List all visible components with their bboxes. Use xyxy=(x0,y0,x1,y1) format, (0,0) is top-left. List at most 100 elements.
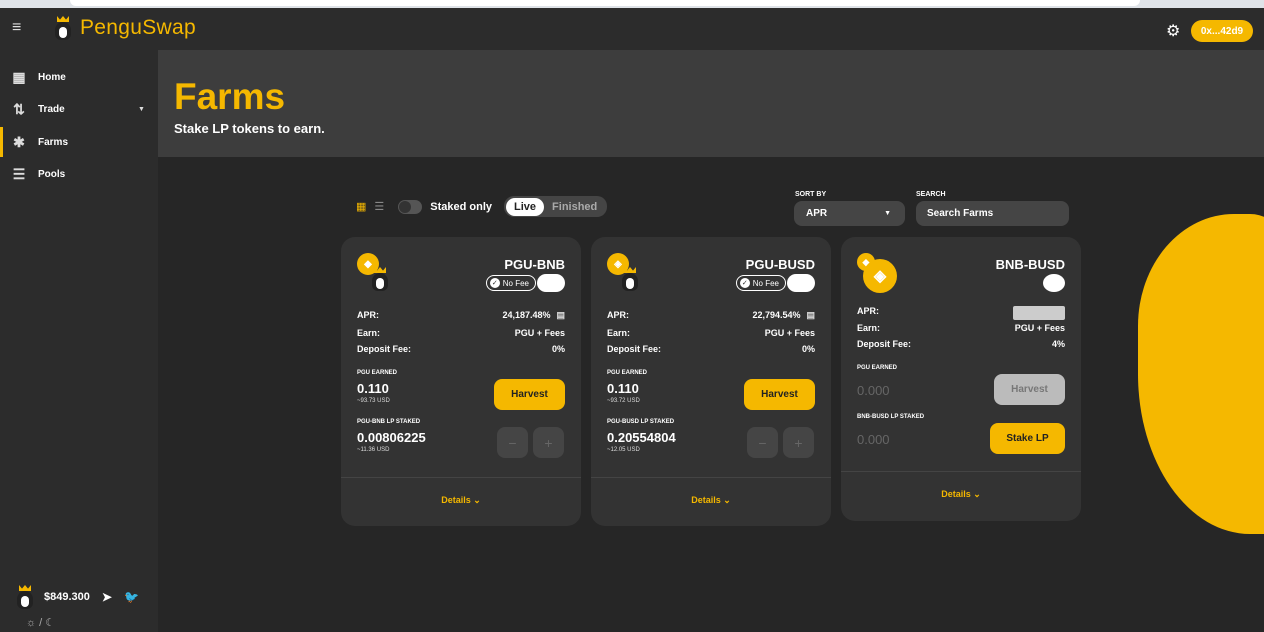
chevron-down-icon: ▼ xyxy=(138,105,145,113)
coin-stack-icon: ☰ xyxy=(12,165,26,182)
telegram-icon[interactable]: ➤ xyxy=(102,590,112,604)
deposit-fee-row: Deposit Fee: 0% xyxy=(607,344,815,354)
apr-row: APR: xyxy=(857,306,1065,320)
sidebar: ▦ Home ⇅ Trade ▼ ✱ Farms ☰ Pools $849.30… xyxy=(0,50,158,632)
staked-value: 0.20554804 xyxy=(607,430,676,445)
staked-value: 0.00806225 xyxy=(357,430,426,445)
penguin-logo-icon xyxy=(52,16,74,40)
sort-by-label: SORT BY xyxy=(795,191,827,198)
sidebar-item-label: Home xyxy=(38,71,66,83)
harvest-button[interactable]: Harvest xyxy=(744,379,815,410)
apr-label: APR: xyxy=(357,310,379,320)
multiplier-badge xyxy=(537,274,565,292)
details-toggle[interactable]: Details ⌄ xyxy=(341,495,581,506)
sidebar-item-pools[interactable]: ☰ Pools xyxy=(0,159,158,189)
card-divider xyxy=(591,477,831,478)
deposit-fee-row: Deposit Fee: 0% xyxy=(357,344,565,354)
tab-live[interactable]: Live xyxy=(506,197,545,216)
check-icon: ✓ xyxy=(739,278,750,288)
apr-value: 24,187.48% xyxy=(502,310,551,320)
staked-usd: ~12.05 USD xyxy=(607,447,640,453)
deposit-fee-label: Deposit Fee: xyxy=(357,344,412,354)
earned-value: 0.110 xyxy=(607,381,639,396)
staked-only-toggle[interactable] xyxy=(398,199,423,214)
penguin-token-icon xyxy=(619,267,641,291)
earn-row: Earn: PGU + Fees xyxy=(857,323,1065,333)
earned-usd: ~93.72 USD xyxy=(607,398,640,404)
grid-icon: ▦ xyxy=(12,68,26,85)
apr-label: APR: xyxy=(857,306,879,316)
earned-value: 0.110 xyxy=(357,381,389,396)
sort-by-select[interactable]: APR ▼ xyxy=(794,201,905,226)
check-icon: ✓ xyxy=(489,278,500,288)
earn-row: Earn: PGU + Fees xyxy=(607,328,815,338)
stake-plus-button[interactable]: + xyxy=(783,427,814,458)
collapse-menu-icon[interactable]: ≡ xyxy=(12,19,21,37)
app-logo[interactable]: PenguSwap xyxy=(52,16,196,40)
busd-coin-icon: ◈ xyxy=(863,259,897,293)
swap-arrows-icon: ⇅ xyxy=(13,100,25,117)
gear-icon[interactable]: ⚙ xyxy=(1166,21,1180,41)
earn-row: Earn: PGU + Fees xyxy=(357,328,565,338)
staked-label: BNB-BUSD LP STAKED xyxy=(857,414,925,420)
staked-label: PGU-BUSD LP STAKED xyxy=(607,419,675,425)
multiplier-badge xyxy=(1043,274,1065,292)
farm-title: PGU-BNB xyxy=(504,257,565,272)
deposit-fee-value: 0% xyxy=(551,344,565,354)
pgu-bnb-token-icon: ◆ xyxy=(357,253,393,293)
sidebar-item-trade[interactable]: ⇅ Trade ▼ xyxy=(0,94,158,124)
no-fee-label: No Fee xyxy=(502,278,529,288)
browser-address-bar xyxy=(70,0,1140,6)
farm-title: BNB-BUSD xyxy=(995,257,1065,272)
list-view-icon[interactable]: ☰ xyxy=(374,200,384,213)
wallet-button[interactable]: 0x...42d9 xyxy=(1191,20,1253,42)
calculator-icon[interactable]: ▤ xyxy=(806,310,815,321)
no-fee-badge: ✓ No Fee xyxy=(485,275,536,291)
apr-row: APR: 24,187.48% ▤ xyxy=(357,310,565,321)
earn-value: PGU + Fees xyxy=(514,328,565,338)
sidebar-item-farms[interactable]: ✱ Farms xyxy=(0,127,158,157)
earn-value: PGU + Fees xyxy=(1014,323,1065,333)
earned-label: PGU EARNED xyxy=(357,370,398,376)
stake-lp-button[interactable]: Stake LP xyxy=(990,423,1065,454)
earn-value: PGU + Fees xyxy=(764,328,815,338)
theme-toggle[interactable]: ☼ / ☾ xyxy=(26,616,55,629)
calculator-icon[interactable]: ▤ xyxy=(556,310,565,321)
deposit-fee-row: Deposit Fee: 4% xyxy=(857,339,1065,349)
earn-label: Earn: xyxy=(857,323,881,333)
apr-loading-skeleton xyxy=(1013,306,1065,320)
no-fee-label: No Fee xyxy=(752,278,779,288)
deposit-fee-value: 4% xyxy=(1051,339,1065,349)
search-input[interactable] xyxy=(916,201,1069,226)
unstake-minus-button[interactable]: − xyxy=(747,427,778,458)
stake-plus-button[interactable]: + xyxy=(533,427,564,458)
pgu-busd-token-icon: ◈ xyxy=(607,253,643,293)
staked-only-label: Staked only xyxy=(430,200,493,213)
page-title: Farms xyxy=(174,76,286,117)
details-toggle[interactable]: Details ⌄ xyxy=(841,489,1081,500)
details-toggle[interactable]: Details ⌄ xyxy=(591,495,831,506)
sidebar-item-label: Pools xyxy=(38,168,66,180)
apr-row: APR: 22,794.54% ▤ xyxy=(607,310,815,321)
card-divider xyxy=(841,471,1081,472)
farm-controls: ▦ ☰ Staked only Live Finished xyxy=(356,196,608,217)
harvest-button[interactable]: Harvest xyxy=(494,379,565,410)
farm-title: PGU-BUSD xyxy=(745,257,815,272)
penguin-token-icon xyxy=(14,585,36,609)
staked-usd: ~11.36 USD xyxy=(357,447,390,453)
harvest-button[interactable]: Harvest xyxy=(994,374,1065,405)
deposit-fee-value: 0% xyxy=(801,344,815,354)
apr-label: APR: xyxy=(607,310,629,320)
sidebar-item-home[interactable]: ▦ Home xyxy=(0,62,158,92)
penguin-token-icon xyxy=(369,267,391,291)
farm-card-pgu-bnb: ◆ PGU-BNB ✓ No Fee APR: 24,187.48% ▤ Earn: P… xyxy=(341,237,581,526)
card-view-icon[interactable]: ▦ xyxy=(356,200,366,213)
twitter-icon[interactable]: 🐦 xyxy=(124,590,139,604)
unstake-minus-button[interactable]: − xyxy=(497,427,528,458)
farm-plant-icon: ✱ xyxy=(13,133,25,150)
apr-value: 22,794.54% xyxy=(752,310,801,320)
tab-finished[interactable]: Finished xyxy=(544,198,605,216)
earned-label: PGU EARNED xyxy=(607,370,648,376)
earn-label: Earn: xyxy=(607,328,631,338)
page-subtitle: Stake LP tokens to earn. xyxy=(174,121,325,136)
